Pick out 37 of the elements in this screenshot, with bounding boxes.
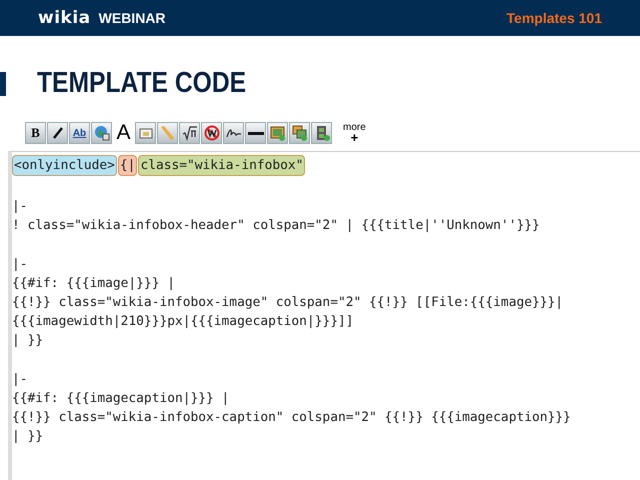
highlighted-code: <onlyinclude>: [12, 154, 117, 176]
accent-bar: [0, 72, 6, 96]
code-line: |-: [12, 371, 29, 389]
link-button[interactable]: Ab: [69, 122, 90, 144]
code-line: ! class="wikia-infobox-header" colspan="2" | {{{title|''Unknown''}}}: [12, 217, 541, 235]
nowiki-icon: [204, 125, 220, 141]
picture-button[interactable]: [267, 122, 288, 144]
code-line: | }}: [12, 332, 44, 350]
nowiki-button[interactable]: [201, 122, 222, 144]
slide-title: TEMPLATE CODE: [37, 67, 246, 100]
signature-button[interactable]: [223, 122, 244, 144]
header-label: WEBINAR: [98, 10, 166, 26]
wikia-logo: wikia: [38, 8, 91, 28]
math-icon: [182, 125, 198, 141]
topic-title: Templates 101: [506, 10, 602, 26]
code-line: {{#if: {{{imagecaption|}}} |: [12, 390, 230, 408]
code-line: |-: [12, 198, 29, 216]
code-line: {{{imagewidth|210}}}px|{{{imagecaption|}}}]]: [12, 313, 354, 331]
italic-button[interactable]: [47, 122, 68, 144]
film-button[interactable]: [311, 122, 332, 144]
gallery-icon: [292, 125, 308, 141]
math-button[interactable]: [179, 122, 200, 144]
code-line: | }}: [12, 428, 44, 446]
code-line: {{!}} class="wikia-infobox-image" colspan="2" {{!}} [[File:{{{image}}}|: [12, 294, 564, 312]
code-line: {{!}} class="wikia-infobox-caption" colspan="2" {{!}} {{{imagecaption}}}: [12, 409, 572, 427]
code-line: |-: [12, 256, 29, 274]
rule-button[interactable]: [245, 122, 266, 144]
picture-icon: [270, 125, 286, 141]
more-button[interactable]: more +: [343, 123, 366, 143]
bold-button[interactable]: B: [25, 122, 46, 144]
highlighted-code: {|: [118, 154, 138, 176]
globe-icon: [94, 125, 110, 141]
gallery-button[interactable]: [289, 122, 310, 144]
code-line: {{#if: {{{image|}}} |: [12, 275, 176, 293]
image-button[interactable]: [135, 122, 156, 144]
highlighted-code: class="wikia-infobox": [138, 154, 306, 176]
globe-button[interactable]: [91, 122, 112, 144]
